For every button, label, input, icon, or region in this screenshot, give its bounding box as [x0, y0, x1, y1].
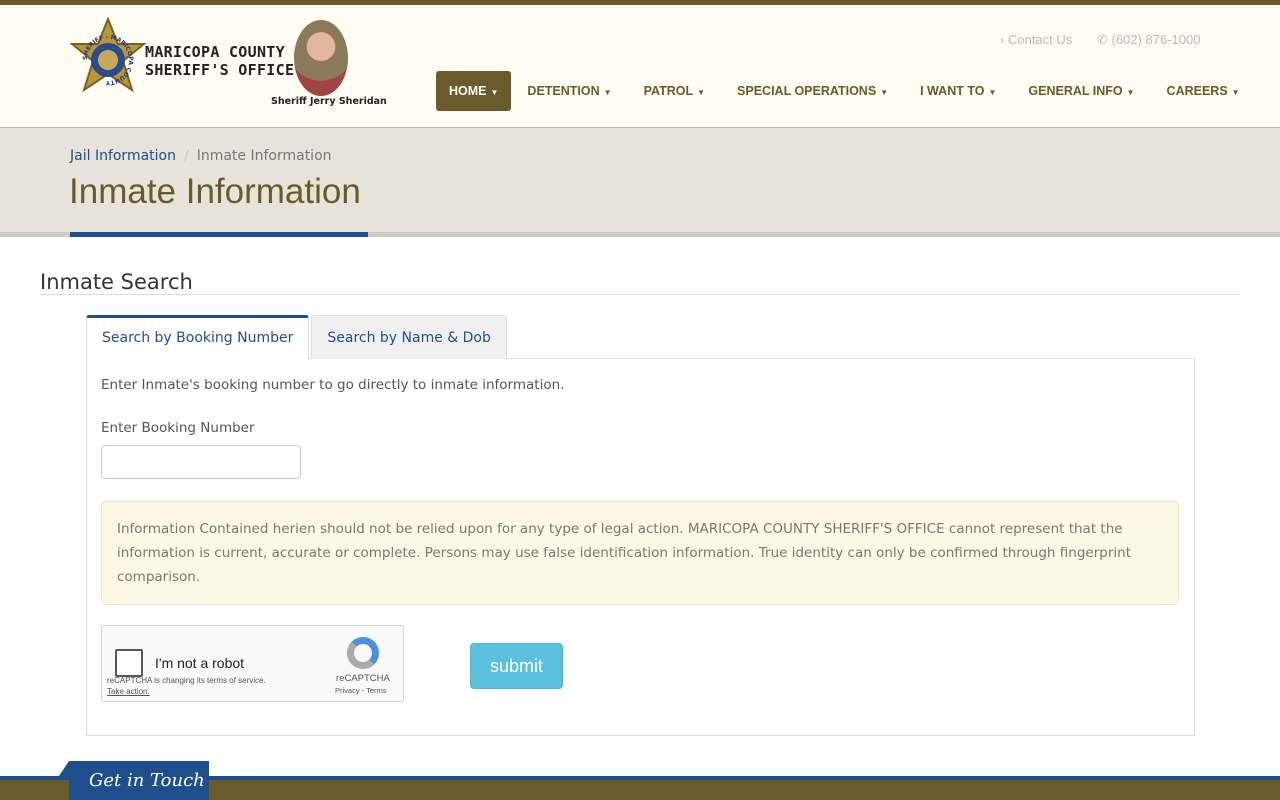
tab-booking-number[interactable]: Search by Booking Number	[86, 315, 310, 360]
phone-number: (602) 876-1000	[1111, 32, 1201, 47]
nav-label: DETENTION	[527, 84, 600, 98]
search-tabs: Search by Booking Number Search by Name …	[86, 315, 509, 360]
sheriff-caption: Sheriff Jerry Sheridan	[271, 96, 387, 107]
recaptcha-label: I'm not a robot	[155, 655, 245, 671]
get-in-touch-tab[interactable]: Get in Touch	[69, 761, 209, 800]
main-nav: HOME ▼ DETENTION ▼ PATROL ▼ SPECIAL OPERATI…	[436, 71, 1256, 111]
section-title: Inmate Search	[40, 270, 193, 294]
nav-general-info[interactable]: GENERAL INFO ▼	[1012, 71, 1150, 111]
recaptcha-terms-notice: reCAPTCHA is changing its terms of servi…	[107, 676, 266, 685]
contact-us-link[interactable]: › Contact Us	[1000, 32, 1072, 47]
tab-name-dob[interactable]: Search by Name & Dob	[311, 315, 507, 359]
nav-label: I WANT TO	[920, 84, 985, 98]
nav-home[interactable]: HOME ▼	[436, 71, 512, 111]
recaptcha-logo-icon	[347, 637, 379, 669]
sheriff-photo	[294, 20, 348, 96]
nav-label: PATROL	[643, 84, 694, 98]
recaptcha-brand: reCAPTCHA	[336, 673, 390, 684]
nav-detention[interactable]: DETENTION ▼	[511, 71, 627, 111]
phone-link[interactable]: ✆ (602) 876-1000	[1097, 32, 1200, 48]
chevron-right-icon: ›	[1000, 32, 1005, 47]
breadcrumb-jail-information[interactable]: Jail Information	[70, 148, 176, 164]
caret-down-icon: ▼	[1126, 88, 1135, 97]
caret-down-icon: ▼	[490, 88, 499, 97]
site-logo-text[interactable]: MARICOPA COUNTY SHERIFF'S OFFICE	[145, 43, 294, 79]
site-header: SHERIFF · MARICOPA COUNTY MARICOPA COUNT…	[0, 5, 1280, 128]
sheriff-badge-logo[interactable]: SHERIFF · MARICOPA COUNTY	[70, 17, 146, 103]
breadcrumb-current: Inmate Information	[196, 148, 332, 164]
banner-accent	[70, 232, 368, 237]
caret-down-icon: ▼	[697, 88, 706, 97]
booking-number-input[interactable]	[101, 445, 301, 479]
intro-text: Enter Inmate's booking number to go dire…	[101, 377, 565, 393]
contact-us-label: Contact Us	[1007, 32, 1073, 47]
get-in-touch-tab-corner	[59, 761, 69, 776]
nav-label: HOME	[449, 84, 487, 98]
recaptcha-privacy-terms[interactable]: Privacy - Terms	[335, 686, 387, 695]
caret-down-icon: ▼	[1231, 88, 1240, 97]
recaptcha-widget: I'm not a robot reCAPTCHA is changing it…	[101, 625, 404, 702]
nav-special-operations[interactable]: SPECIAL OPERATIONS ▼	[721, 71, 904, 111]
page-title: Inmate Information	[69, 172, 361, 211]
logo-line-1: MARICOPA COUNTY	[145, 43, 285, 61]
nav-i-want-to[interactable]: I WANT TO ▼	[904, 71, 1012, 111]
logo-line-2: SHERIFF'S OFFICE	[145, 61, 295, 79]
section-divider	[40, 294, 1240, 295]
nav-careers[interactable]: CAREERS ▼	[1151, 71, 1256, 111]
recaptcha-take-action-link[interactable]: Take action.	[107, 686, 266, 697]
nav-label: CAREERS	[1166, 84, 1228, 98]
caret-down-icon: ▼	[880, 88, 889, 97]
submit-button[interactable]: submit	[470, 643, 563, 689]
recaptcha-terms: reCAPTCHA is changing its terms of servi…	[107, 675, 266, 697]
breadcrumb-separator: /	[183, 148, 189, 164]
nav-label: SPECIAL OPERATIONS	[737, 84, 877, 98]
caret-down-icon: ▼	[603, 88, 612, 97]
booking-number-label: Enter Booking Number	[101, 420, 255, 436]
recaptcha-checkbox[interactable]	[115, 649, 143, 677]
disclaimer-alert: Information Contained herien should not …	[101, 501, 1179, 605]
caret-down-icon: ▼	[988, 88, 997, 97]
phone-icon: ✆	[1097, 32, 1108, 47]
nav-patrol[interactable]: PATROL ▼	[628, 71, 721, 111]
nav-label: GENERAL INFO	[1028, 84, 1123, 98]
breadcrumb: Jail Information / Inmate Information	[70, 148, 332, 164]
